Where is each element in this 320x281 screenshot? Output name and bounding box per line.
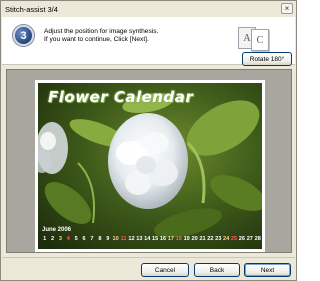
window-title: Stitch-assist 3/4 <box>5 4 58 14</box>
calendar-day: 12 <box>128 236 135 242</box>
instruction-line-2: If you want to continue, Click [Next]. <box>44 36 149 43</box>
calendar-day: 28 <box>254 236 261 242</box>
calendar-day: 7 <box>90 236 94 242</box>
calendar-day: 16 <box>159 236 167 242</box>
calendar-day: 23 <box>215 236 222 242</box>
photo-frame[interactable]: Flower Calendar June 2006 1 2 3 4 5 6 7 8 9 10 11 1… <box>35 80 265 252</box>
calendar-days-row: 1 2 3 4 5 6 7 8 9 10 11 12 13 14 15 16 17 18 19 20 21 22 23 24 2… <box>41 236 262 242</box>
calendar-day: 26 <box>238 236 246 242</box>
calendar-day: 4 <box>66 236 70 242</box>
calendar-day: 1 <box>43 236 47 242</box>
image-c-icon: C <box>251 29 269 51</box>
instruction-line-1: Adjust the position for image synthesis. <box>44 28 159 35</box>
calendar-day: 15 <box>152 236 159 242</box>
calendar-month: June 2006 <box>42 227 72 233</box>
next-button[interactable]: Next <box>244 263 291 277</box>
calendar-day: 9 <box>106 236 110 242</box>
back-button[interactable]: Back <box>194 263 240 277</box>
calendar-day: 2 <box>50 236 55 242</box>
calendar-day: 19 <box>183 236 190 242</box>
title-bar[interactable]: Stitch-assist 3/4 × <box>1 1 296 17</box>
calendar-day: 3 <box>58 236 62 242</box>
calendar-day: 21 <box>199 236 206 242</box>
stitch-assist-icon: A C <box>238 25 272 53</box>
calendar-title: Flower Calendar <box>48 88 194 106</box>
calendar-day: 18 <box>175 236 182 242</box>
calendar-day: 6 <box>82 236 86 242</box>
calendar-day: 11 <box>120 236 127 242</box>
image-canvas[interactable]: Flower Calendar June 2006 1 2 3 4 5 6 7 8 9 10 11 1… <box>6 69 292 253</box>
cancel-button[interactable]: Cancel <box>141 263 189 277</box>
calendar-day: 10 <box>112 236 119 242</box>
calendar-day: 14 <box>144 236 151 242</box>
calendar-day: 27 <box>246 236 253 242</box>
calendar-day: 22 <box>207 236 214 242</box>
close-icon: × <box>284 3 290 13</box>
rotate-180-button[interactable]: Rotate 180° <box>242 52 292 66</box>
calendar-day: 17 <box>167 236 175 242</box>
calendar-day: 20 <box>191 236 198 242</box>
calendar-day: 13 <box>136 236 143 242</box>
calendar-photo[interactable]: Flower Calendar June 2006 1 2 3 4 5 6 7 8 9 10 11 1… <box>38 83 262 249</box>
flower-photo-image <box>38 83 262 249</box>
calendar-day: 8 <box>98 236 102 242</box>
step-number: 3 <box>20 29 27 42</box>
calendar-day: 24 <box>223 236 230 242</box>
close-button[interactable]: × <box>281 3 293 14</box>
calendar-day: 5 <box>74 236 78 242</box>
footer-divider <box>2 257 295 258</box>
step-number-icon: 3 <box>13 25 34 46</box>
calendar-day: 25 <box>230 236 238 242</box>
instructions: Adjust the position for image synthesis.… <box>44 28 204 44</box>
stitch-assist-dialog: Stitch-assist 3/4 × 3 Adjust the positio… <box>0 0 297 281</box>
